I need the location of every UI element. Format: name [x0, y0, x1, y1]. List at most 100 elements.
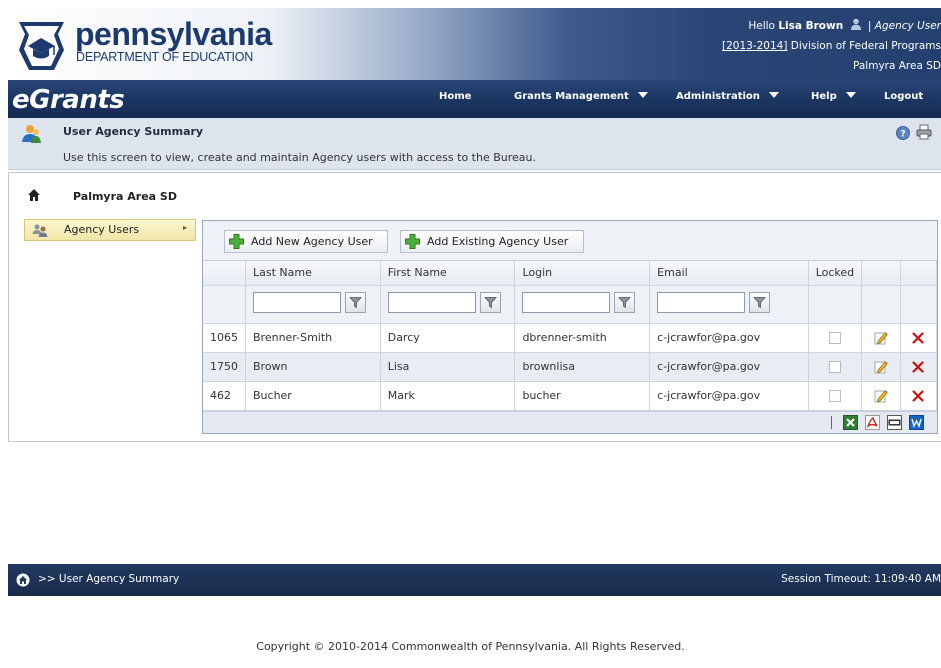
locked-checkbox[interactable]: [828, 332, 841, 344]
add-icon: [405, 234, 420, 249]
nav-home-label: Home: [439, 91, 472, 102]
cell-locked: [808, 381, 863, 411]
page-title: User Agency Summary: [63, 125, 204, 138]
content-panel: Palmyra Area SD Agency Users ▸ Add New A…: [8, 172, 941, 442]
user-name: Lisa Brown: [778, 20, 844, 32]
table-row[interactable]: 462 Bucher Mark bucher c-jcrawfor@pa.gov: [203, 381, 938, 411]
column-header-edit: [861, 261, 901, 286]
login-filter-input[interactable]: [522, 292, 611, 313]
filter-icon: [483, 297, 497, 309]
table-row[interactable]: 1750 Brown Lisa brownlisa c-jcrawfor@pa.…: [203, 352, 938, 382]
add-icon: [229, 234, 244, 249]
last-name-filter-input[interactable]: [253, 292, 341, 313]
session-timeout: Session Timeout: 11:09:40 AM: [781, 573, 941, 585]
edit-icon[interactable]: [874, 389, 888, 403]
column-header-first-name[interactable]: First Name: [380, 261, 516, 286]
cell-delete: [900, 323, 938, 353]
delete-icon[interactable]: [911, 389, 925, 403]
chevron-down-icon: [637, 92, 648, 98]
page-header: User Agency Summary Use this screen to v…: [8, 118, 941, 170]
print-icon[interactable]: [916, 124, 932, 140]
filter-cell-login: [514, 285, 651, 324]
nav-logout[interactable]: Logout: [884, 91, 923, 102]
filter-cell-empty: [203, 285, 246, 324]
home-icon: [28, 189, 40, 201]
breadcrumb: >> User Agency Summary: [38, 573, 180, 585]
nav-grants-management[interactable]: Grants Management: [514, 91, 648, 102]
export-pdf-icon[interactable]: [865, 415, 880, 430]
users-icon: [32, 224, 48, 237]
column-header-email[interactable]: Email: [649, 261, 809, 286]
delete-icon[interactable]: [911, 360, 925, 374]
chevron-down-icon: [845, 92, 856, 98]
grid-export-bar: [203, 411, 937, 433]
delete-icon[interactable]: [911, 331, 925, 345]
cell-last-name: Bucher: [245, 381, 381, 411]
add-existing-agency-user-button[interactable]: Add Existing Agency User: [400, 230, 584, 253]
user-info: Hello Lisa Brown | Agency User [2013-201…: [722, 16, 941, 76]
cell-id: 1750: [203, 352, 246, 382]
column-header-last-name[interactable]: Last Name: [245, 261, 381, 286]
filter-cell-email: [649, 285, 809, 324]
export-csv-icon[interactable]: [887, 415, 902, 430]
brand-name[interactable]: eGrants: [12, 85, 125, 115]
nav-bar: eGrants Home Grants Management Administr…: [8, 80, 941, 118]
column-header-delete: [900, 261, 938, 286]
home-icon[interactable]: [16, 573, 30, 587]
cell-login: brownlisa: [514, 352, 651, 382]
svg-text:?: ?: [900, 130, 905, 140]
nav-administration[interactable]: Administration: [676, 91, 779, 102]
filter-cell-delete: [900, 285, 938, 324]
export-excel-icon[interactable]: [843, 415, 858, 430]
email-filter-button[interactable]: [749, 292, 771, 313]
locked-checkbox[interactable]: [828, 361, 841, 373]
table-row[interactable]: 1065 Brenner-Smith Darcy dbrenner-smith …: [203, 323, 938, 353]
keystone-logo: [19, 22, 64, 70]
header-separator: |: [867, 20, 872, 32]
cell-login: bucher: [514, 381, 651, 411]
cell-locked: [808, 352, 863, 382]
logo-name: pennsylvania: [75, 16, 272, 52]
edit-icon[interactable]: [874, 360, 888, 374]
grid-toolbar: Add New Agency User Add Existing Agency …: [203, 221, 937, 261]
header: pennsylvania DEPARTMENT OF EDUCATION Hel…: [8, 8, 941, 118]
filter-cell-first-name: [380, 285, 516, 324]
filter-icon: [753, 297, 767, 309]
column-header-login[interactable]: Login: [514, 261, 651, 286]
first-name-filter-button[interactable]: [479, 292, 501, 313]
column-header-locked[interactable]: Locked: [808, 261, 863, 286]
cell-email: c-jcrawfor@pa.gov: [649, 381, 809, 411]
organization-name: Palmyra Area SD: [73, 190, 177, 203]
page-description: Use this screen to view, create and main…: [63, 151, 536, 164]
sidebar-item-label: Agency Users: [64, 223, 140, 236]
agency-users-grid: Add New Agency User Add Existing Agency …: [202, 220, 938, 434]
user-role: Agency User: [874, 20, 941, 32]
cell-email: c-jcrawfor@pa.gov: [649, 352, 809, 382]
login-filter-button[interactable]: [614, 292, 636, 313]
users-table: Last Name First Name Login Email Locked …: [203, 261, 938, 411]
nav-home[interactable]: Home: [439, 91, 471, 102]
user-agency-icon: [22, 125, 41, 143]
first-name-filter-input[interactable]: [387, 292, 476, 313]
locked-checkbox[interactable]: [828, 390, 841, 402]
sidebar-item-agency-users[interactable]: Agency Users ▸: [24, 219, 196, 241]
edit-icon[interactable]: [874, 331, 888, 345]
last-name-filter-button[interactable]: [345, 292, 366, 313]
nav-help-label: Help: [811, 91, 837, 102]
table-header-row: Last Name First Name Login Email Locked: [203, 261, 938, 286]
cell-delete: [900, 381, 938, 411]
cell-delete: [900, 352, 938, 382]
add-new-agency-user-button[interactable]: Add New Agency User: [224, 230, 388, 253]
filter-cell-last-name: [245, 285, 381, 324]
year-link[interactable]: [2013-2014]: [722, 40, 787, 52]
cell-email: c-jcrawfor@pa.gov: [649, 323, 809, 353]
filter-row: [203, 285, 938, 324]
help-icon[interactable]: ?: [896, 126, 910, 140]
cell-first-name: Darcy: [380, 323, 516, 353]
cell-id: 1065: [203, 323, 246, 353]
export-word-icon[interactable]: [909, 415, 924, 430]
nav-help[interactable]: Help: [811, 91, 856, 102]
email-filter-input[interactable]: [657, 292, 746, 313]
filter-cell-locked: [808, 285, 863, 324]
logo[interactable]: pennsylvania DEPARTMENT OF EDUCATION: [8, 8, 308, 78]
